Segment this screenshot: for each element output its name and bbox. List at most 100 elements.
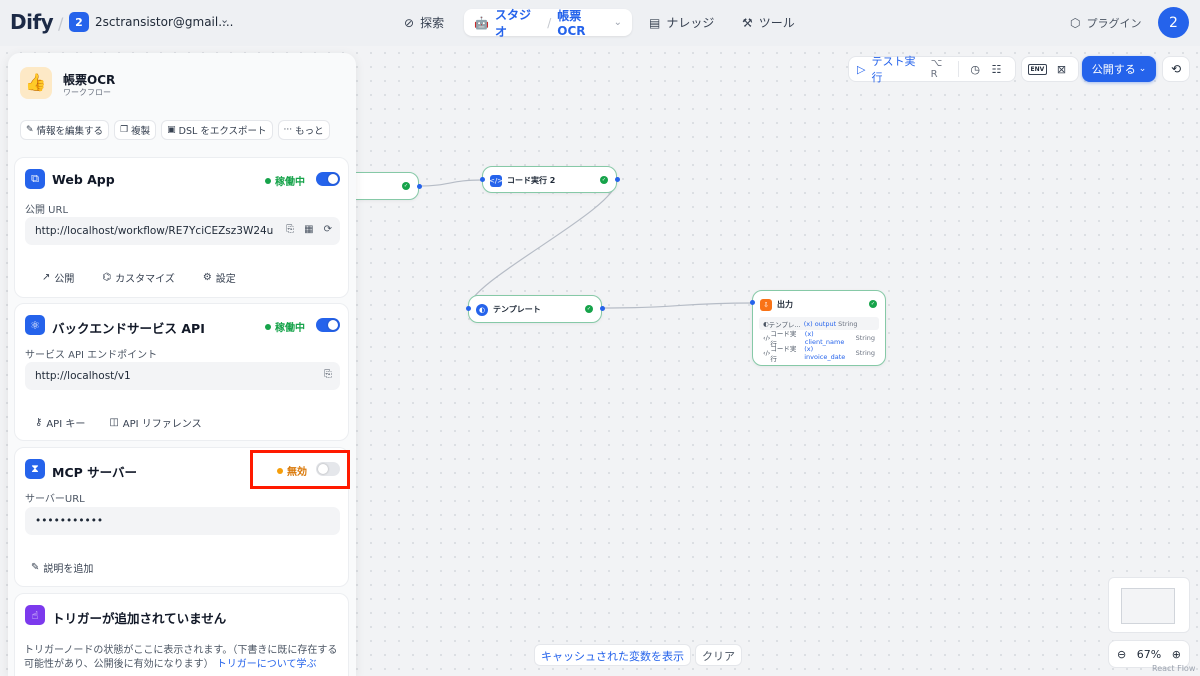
refresh-icon[interactable]: ⟳ <box>324 224 332 235</box>
check-icon: ✓ <box>600 176 608 184</box>
external-link-icon: ↗ <box>42 272 51 283</box>
endpoint-label: サービス API エンドポイント <box>25 350 158 361</box>
chevron-down-icon: ⌄ <box>1138 64 1147 74</box>
node-handle[interactable] <box>466 306 471 311</box>
clipboard-icon[interactable]: ⎘ <box>286 224 294 235</box>
backend-api-toggle[interactable] <box>316 318 340 332</box>
endpoint-value: http://localhost/v1 <box>35 370 131 382</box>
node-title: テンプレート <box>493 305 541 314</box>
export-dsl-button[interactable]: ▣ DSL をエクスポート <box>161 120 273 140</box>
mcp-title: MCP サーバー <box>52 465 138 480</box>
public-url-field[interactable]: http://localhost/workflow/RE7YciCEZsz3W2… <box>25 217 340 245</box>
backend-api-title: バックエンドサービス API <box>52 321 205 336</box>
trigger-title: トリガーが追加されていません <box>52 611 227 626</box>
output-var-row: ‹/› コード実行 (x) invoice_date String <box>763 344 875 363</box>
publish-button[interactable]: 公開する ⌄ <box>1082 56 1156 82</box>
node-handle[interactable] <box>600 306 605 311</box>
settings-link[interactable]: ⚙ 設定 <box>203 270 236 285</box>
webapp-toggle[interactable] <box>316 172 340 186</box>
play-icon[interactable]: ▷ <box>857 63 865 76</box>
customize-link[interactable]: ⌬ カスタマイズ <box>102 270 174 285</box>
test-run-button[interactable]: テスト実行 <box>871 53 924 85</box>
thumbs-up-icon: 👍 <box>20 67 52 99</box>
zoom-in-icon[interactable]: ⊕ <box>1172 648 1181 661</box>
output-icon: ⇩ <box>760 299 772 311</box>
more-icon: ··· <box>283 125 293 135</box>
clear-button[interactable]: クリア <box>695 644 742 666</box>
code-icon: </> <box>488 175 504 187</box>
zoom-out-icon[interactable]: ⊖ <box>1117 648 1126 661</box>
app-actions: ✎ 情報を編集する ❐ 複製 ▣ DSL をエクスポート ··· もっと <box>20 120 330 140</box>
backend-api-card: ⚛ バックエンドサービス API 稼働中 サービス API エンドポイント ht… <box>14 303 349 441</box>
copy-icon: ❐ <box>120 125 129 135</box>
code-icon: ‹/› <box>763 333 771 342</box>
node-handle[interactable] <box>750 300 755 305</box>
status-badge: 稼働中 <box>265 319 305 334</box>
env-toolbar: ENV ⊠ <box>1021 56 1079 82</box>
edge-code2-to-template <box>467 179 618 309</box>
node-handle[interactable] <box>417 184 422 189</box>
clipboard-icon[interactable]: ⎘ <box>324 369 332 380</box>
zoom-level[interactable]: 67% <box>1137 648 1161 661</box>
template-node[interactable]: ◐ テンプレート ✓ <box>468 295 602 323</box>
app-name: 帳票OCR <box>63 73 116 87</box>
minimap[interactable] <box>1108 577 1190 633</box>
check-icon: ✓ <box>585 305 593 313</box>
code-exec-2-node[interactable]: </> コード実行 2 ✓ <box>482 166 617 193</box>
app-type: ワークフロー <box>63 88 111 97</box>
code-icon: ‹/› <box>763 348 771 357</box>
node-handle[interactable] <box>615 177 620 182</box>
edit-info-button[interactable]: ✎ 情報を編集する <box>20 120 110 140</box>
launch-link[interactable]: ↗ 公開 <box>42 270 74 285</box>
key-icon: ⚷ <box>35 417 43 428</box>
node-handle[interactable] <box>480 177 485 182</box>
file-export-icon: ▣ <box>167 125 176 135</box>
webapp-links: ↗ 公開 ⌬ カスタマイズ ⚙ 設定 <box>42 270 236 285</box>
check-icon: ✓ <box>402 182 410 190</box>
api-icon: ⚛ <box>25 315 45 335</box>
run-history-icon[interactable]: ◷ <box>965 58 986 80</box>
api-key-link[interactable]: ⚷ API キー <box>35 415 85 430</box>
webapp-card: ⧉ Web App 稼働中 公開 URL http://localhost/wo… <box>14 157 349 298</box>
conversation-vars-icon[interactable]: ⊠ <box>1050 58 1072 80</box>
test-run-toolbar: ▷ テスト実行 ⌥ R ◷ ☷ <box>848 53 1016 85</box>
api-reference-link[interactable]: ◫ API リファレンス <box>109 415 201 430</box>
edge-start-to-code2 <box>418 179 483 187</box>
show-cached-vars-button[interactable]: キャッシュされた変数を表示 <box>534 644 691 666</box>
template-icon: ◐ <box>476 304 488 316</box>
cursor-click-icon: ☝ <box>25 605 45 625</box>
output-node[interactable]: ⇩ 出力 ✓ ◐ テンプレ... (x) output String ‹/› コード… <box>752 290 886 366</box>
server-url-value: ••••••••••• <box>35 515 104 527</box>
paint-icon: ⌬ <box>102 272 112 283</box>
pencil-icon: ✎ <box>26 125 34 135</box>
mcp-links: ✎ 説明を追加 <box>31 560 93 575</box>
book-icon: ◫ <box>109 417 119 428</box>
add-description-link[interactable]: ✎ 説明を追加 <box>31 560 93 575</box>
env-variables-icon[interactable]: ENV <box>1027 63 1048 75</box>
edge-template-to-output <box>601 302 753 309</box>
public-url-label: 公開 URL <box>25 205 69 216</box>
public-url-value: http://localhost/workflow/RE7YciCEZsz3W2… <box>35 225 274 237</box>
node-title: 出力 <box>777 300 793 309</box>
shortcut-hint: ⌥ R <box>930 58 943 80</box>
backend-links: ⚷ API キー ◫ API リファレンス <box>35 415 202 430</box>
node-title: コード実行 2 <box>507 176 556 185</box>
publish-panel: 👍 帳票OCR ワークフロー ✎ 情報を編集する ❐ 複製 ▣ DSL をエクスポート… <box>8 53 356 676</box>
react-flow-attribution[interactable]: React Flow <box>1152 664 1195 673</box>
webapp-title: Web App <box>52 172 115 187</box>
settings-icon: ⚙ <box>202 272 212 283</box>
more-button[interactable]: ··· もっと <box>277 120 330 140</box>
server-url-label: サーバーURL <box>25 494 85 505</box>
pencil-icon: ✎ <box>31 562 40 573</box>
minimap-viewport[interactable] <box>1121 588 1175 624</box>
learn-triggers-link[interactable]: トリガーについて学ぶ <box>217 659 317 670</box>
checklist-icon[interactable]: ☷ <box>986 58 1007 80</box>
server-url-field[interactable]: ••••••••••• <box>25 507 340 535</box>
endpoint-field[interactable]: http://localhost/v1 ⎘ <box>25 362 340 390</box>
check-icon: ✓ <box>869 300 877 308</box>
cache-bar: キャッシュされた変数を表示 クリア <box>534 644 742 666</box>
version-history-icon[interactable]: ⟲ <box>1162 56 1190 82</box>
highlight-box <box>250 450 350 489</box>
duplicate-button[interactable]: ❐ 複製 <box>114 120 157 140</box>
qrcode-icon[interactable]: ▦ <box>304 224 313 235</box>
